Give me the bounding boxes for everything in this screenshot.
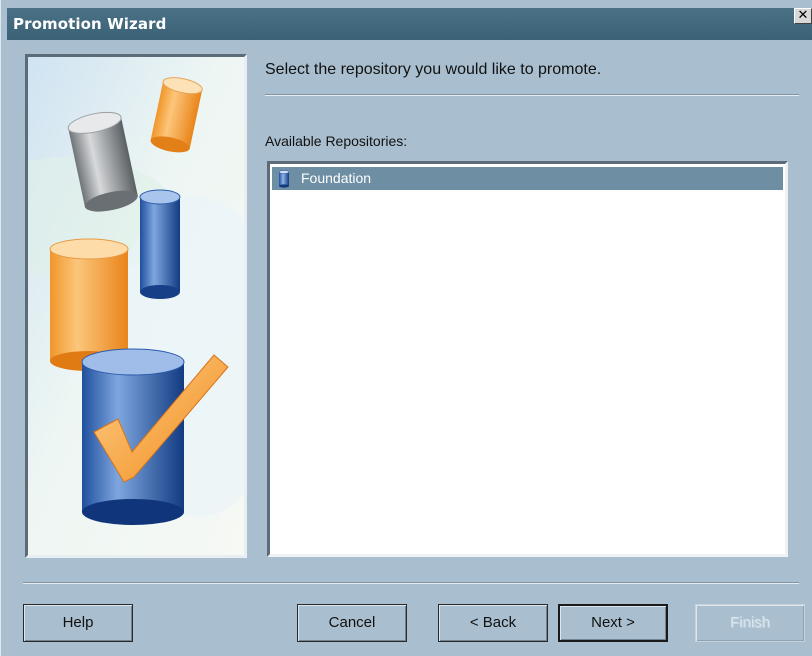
wizard-illustration <box>25 54 247 558</box>
promotion-wizard-dialog: Promotion Wizard ✕ Select the repository… <box>0 0 812 656</box>
next-button[interactable]: Next > <box>558 604 668 642</box>
window-title: Promotion Wizard <box>13 15 167 33</box>
close-icon: ✕ <box>797 8 809 23</box>
finish-button: Finish <box>695 604 805 642</box>
footer-separator <box>23 582 799 584</box>
title-bar: Promotion Wizard <box>7 8 812 40</box>
repositories-listbox[interactable]: Foundation <box>267 161 788 557</box>
instruction-text: Select the repository you would like to … <box>265 61 602 78</box>
repository-cylinder-icon <box>277 169 291 188</box>
header-separator <box>265 94 799 96</box>
cancel-button[interactable]: Cancel <box>297 604 407 642</box>
help-button[interactable]: Help <box>23 604 133 642</box>
repository-item-label: Foundation <box>301 170 372 186</box>
close-button[interactable]: ✕ <box>794 8 812 24</box>
back-button[interactable]: < Back <box>438 604 548 642</box>
repository-item-foundation[interactable]: Foundation <box>272 167 783 190</box>
database-cylinders-checkmark-illustration <box>28 57 244 555</box>
available-repositories-label: Available Repositories: <box>265 133 408 149</box>
